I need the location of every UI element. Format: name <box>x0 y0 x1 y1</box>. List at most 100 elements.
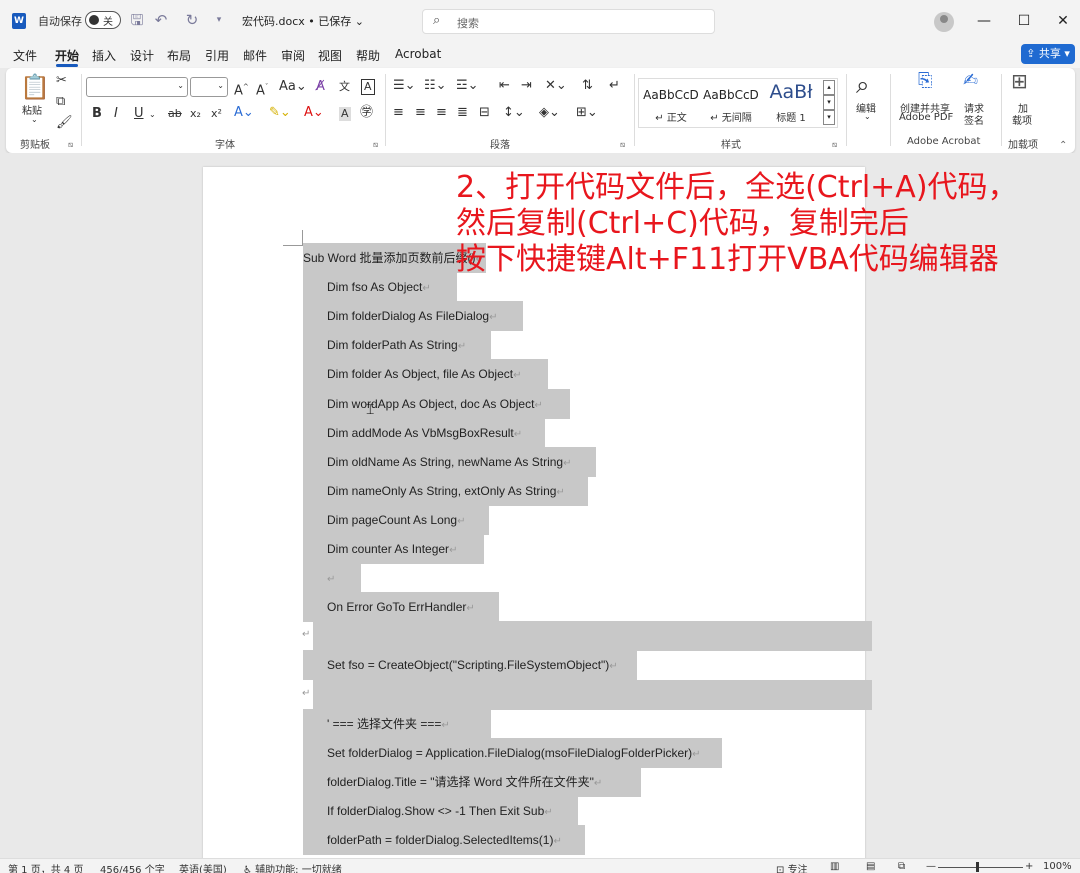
style-heading-1[interactable]: AaBł 标题 1 <box>761 79 821 127</box>
underline-icon[interactable]: U <box>134 107 144 121</box>
read-mode-icon[interactable]: ▥ <box>830 861 839 872</box>
zoom-out-icon[interactable]: — <box>926 861 936 872</box>
code-line[interactable]: folderDialog.Title = "请选择 Word 文件所在文件夹"↵ <box>303 767 641 797</box>
tab-view[interactable]: 视图 <box>318 47 342 64</box>
grow-font-icon[interactable]: A^ <box>234 80 249 98</box>
line-spacing-icon[interactable]: ↕⌄ <box>503 106 525 120</box>
focus-mode[interactable]: ⊡ 专注 <box>776 861 808 873</box>
add-ins-icon[interactable]: ⊞ <box>1011 71 1028 91</box>
decrease-indent-icon[interactable]: ⇤ <box>499 79 510 93</box>
code-line[interactable]: Dim wordApp As Object, doc As Object↵ <box>303 389 570 419</box>
create-pdf-icon[interactable]: ⎘ <box>918 72 932 90</box>
text-effects-icon[interactable]: A⌄ <box>234 106 254 120</box>
cut-icon[interactable]: ✂ <box>56 74 67 88</box>
italic-icon[interactable]: I <box>114 107 118 121</box>
sort-icon[interactable]: ⇅ <box>582 79 593 93</box>
language[interactable]: 英语(美国) <box>179 861 227 873</box>
align-center-icon[interactable]: ≡ <box>415 106 426 120</box>
bullets-icon[interactable]: ☰⌄ <box>393 79 416 93</box>
code-line[interactable]: Set folderDialog = Application.FileDialo… <box>303 738 722 768</box>
borders-icon[interactable]: ⊞⌄ <box>576 106 598 120</box>
phonetic-guide-icon[interactable]: 文 <box>339 80 350 94</box>
style-normal[interactable]: AaBbCcD ↵ 正文 <box>641 79 701 127</box>
add-ins-label-2[interactable]: 载项 <box>1012 112 1032 127</box>
code-line[interactable]: Dim oldName As String, newName As String… <box>303 447 596 477</box>
superscript-icon[interactable]: x² <box>211 107 222 121</box>
underline-dropdown-icon[interactable]: ⌄ <box>149 110 156 119</box>
increase-indent-icon[interactable]: ⇥ <box>521 79 532 93</box>
request-signature-icon[interactable]: ✍ <box>963 72 978 90</box>
show-marks-icon[interactable]: ↵ <box>609 79 620 93</box>
maximize-icon[interactable]: ☐ <box>1014 11 1034 31</box>
chevron-up-icon[interactable]: ▴ <box>823 80 835 95</box>
font-color-icon[interactable]: A⌄ <box>304 106 324 120</box>
tab-references[interactable]: 引用 <box>205 47 229 64</box>
customize-icon[interactable]: ▾ <box>210 11 228 29</box>
distributed-icon[interactable]: ⊟ <box>479 106 490 120</box>
subscript-icon[interactable]: x₂ <box>190 107 201 121</box>
redo-icon[interactable]: ↻ <box>183 11 201 29</box>
save-icon[interactable]: 🖫 <box>128 11 146 29</box>
code-line[interactable]: On Error GoTo ErrHandler↵ <box>303 592 499 622</box>
shading-icon[interactable]: ◈⌄ <box>539 106 560 120</box>
paragraph-launcher-icon[interactable]: ⧅ <box>620 140 625 150</box>
paste-icon[interactable]: 📋 <box>20 74 50 100</box>
code-line[interactable]: Dim nameOnly As String, extOnly As Strin… <box>303 476 588 506</box>
change-case-icon[interactable]: Aa⌄ <box>279 80 307 94</box>
align-right-icon[interactable]: ≡ <box>436 106 447 120</box>
code-line[interactable]: ↵ <box>302 680 872 710</box>
find-icon[interactable]: ⌕ <box>856 72 869 98</box>
tab-acrobat[interactable]: Acrobat <box>395 47 441 61</box>
zoom-slider-thumb[interactable] <box>976 862 979 872</box>
character-shading-icon[interactable]: A <box>339 107 351 121</box>
enclose-characters-icon[interactable]: ㊫ <box>360 106 373 120</box>
code-line[interactable]: Dim folderDialog As FileDialog↵ <box>303 301 523 331</box>
tab-insert[interactable]: 插入 <box>92 47 116 64</box>
justify-icon[interactable]: ≣ <box>457 106 468 120</box>
more-styles-icon[interactable]: ▾ <box>823 110 835 125</box>
clear-formatting-icon[interactable]: A̸ <box>316 80 325 94</box>
tab-mailings[interactable]: 邮件 <box>243 47 267 64</box>
character-border-icon[interactable]: A <box>361 79 375 95</box>
accessibility-status[interactable]: ♿ 辅助功能: 一切就绪 <box>243 861 342 873</box>
code-line[interactable]: folderPath = folderDialog.SelectedItems(… <box>303 825 585 855</box>
tab-review[interactable]: 审阅 <box>281 47 305 64</box>
code-line[interactable]: Dim addMode As VbMsgBoxResult↵ <box>303 418 545 448</box>
account-avatar[interactable] <box>934 12 954 32</box>
minimize-icon[interactable]: — <box>974 11 994 31</box>
code-line[interactable]: Dim fso As Object↵ <box>303 272 457 302</box>
chinese-layout-icon[interactable]: ✕⌄ <box>545 79 567 93</box>
font-name-combo[interactable]: ⌄ <box>86 77 188 97</box>
tab-help[interactable]: 帮助 <box>356 47 380 64</box>
request-signature-label-2[interactable]: 签名 <box>964 112 984 127</box>
create-pdf-label-2[interactable]: Adobe PDF <box>899 112 953 123</box>
code-line[interactable]: ↵ <box>302 621 872 651</box>
code-line[interactable]: Dim counter As Integer↵ <box>303 534 484 564</box>
tab-layout[interactable]: 布局 <box>167 47 191 64</box>
tab-file[interactable]: 文件 <box>13 47 37 64</box>
bold-icon[interactable]: B <box>92 107 102 121</box>
tab-home[interactable]: 开始 <box>55 47 79 64</box>
code-line[interactable]: ↵ <box>303 563 361 593</box>
word-count[interactable]: 456/456 个字 <box>100 861 165 873</box>
editing-dropdown-icon[interactable]: ⌄ <box>864 112 871 121</box>
zoom-in-icon[interactable]: + <box>1025 861 1033 872</box>
font-launcher-icon[interactable]: ⧅ <box>373 140 378 150</box>
zoom-level[interactable]: 100% <box>1043 861 1072 872</box>
autosave-toggle[interactable]: 关 <box>85 11 121 29</box>
numbering-icon[interactable]: ☷⌄ <box>424 79 447 93</box>
undo-icon[interactable]: ↶ <box>152 11 170 29</box>
style-no-spacing[interactable]: AaBbCcD ↵ 无间隔 <box>701 79 761 127</box>
highlight-color-icon[interactable]: ✎⌄ <box>269 106 291 120</box>
clipboard-launcher-icon[interactable]: ⧅ <box>68 140 73 150</box>
code-line[interactable]: ' === 选择文件夹 ===↵ <box>303 709 491 739</box>
share-button[interactable]: ⇪ 共享 ▾ <box>1021 44 1075 64</box>
font-size-combo[interactable]: ⌄ <box>190 77 228 97</box>
zoom-slider[interactable] <box>938 867 1023 868</box>
copy-icon[interactable]: ⧉ <box>56 95 65 109</box>
web-layout-icon[interactable]: ⧉ <box>898 861 905 872</box>
strikethrough-icon[interactable]: ab <box>168 107 182 121</box>
align-left-icon[interactable]: ≡ <box>393 106 404 120</box>
page-count[interactable]: 第 1 页，共 4 页 <box>8 861 83 873</box>
close-icon[interactable]: ✕ <box>1053 11 1073 31</box>
